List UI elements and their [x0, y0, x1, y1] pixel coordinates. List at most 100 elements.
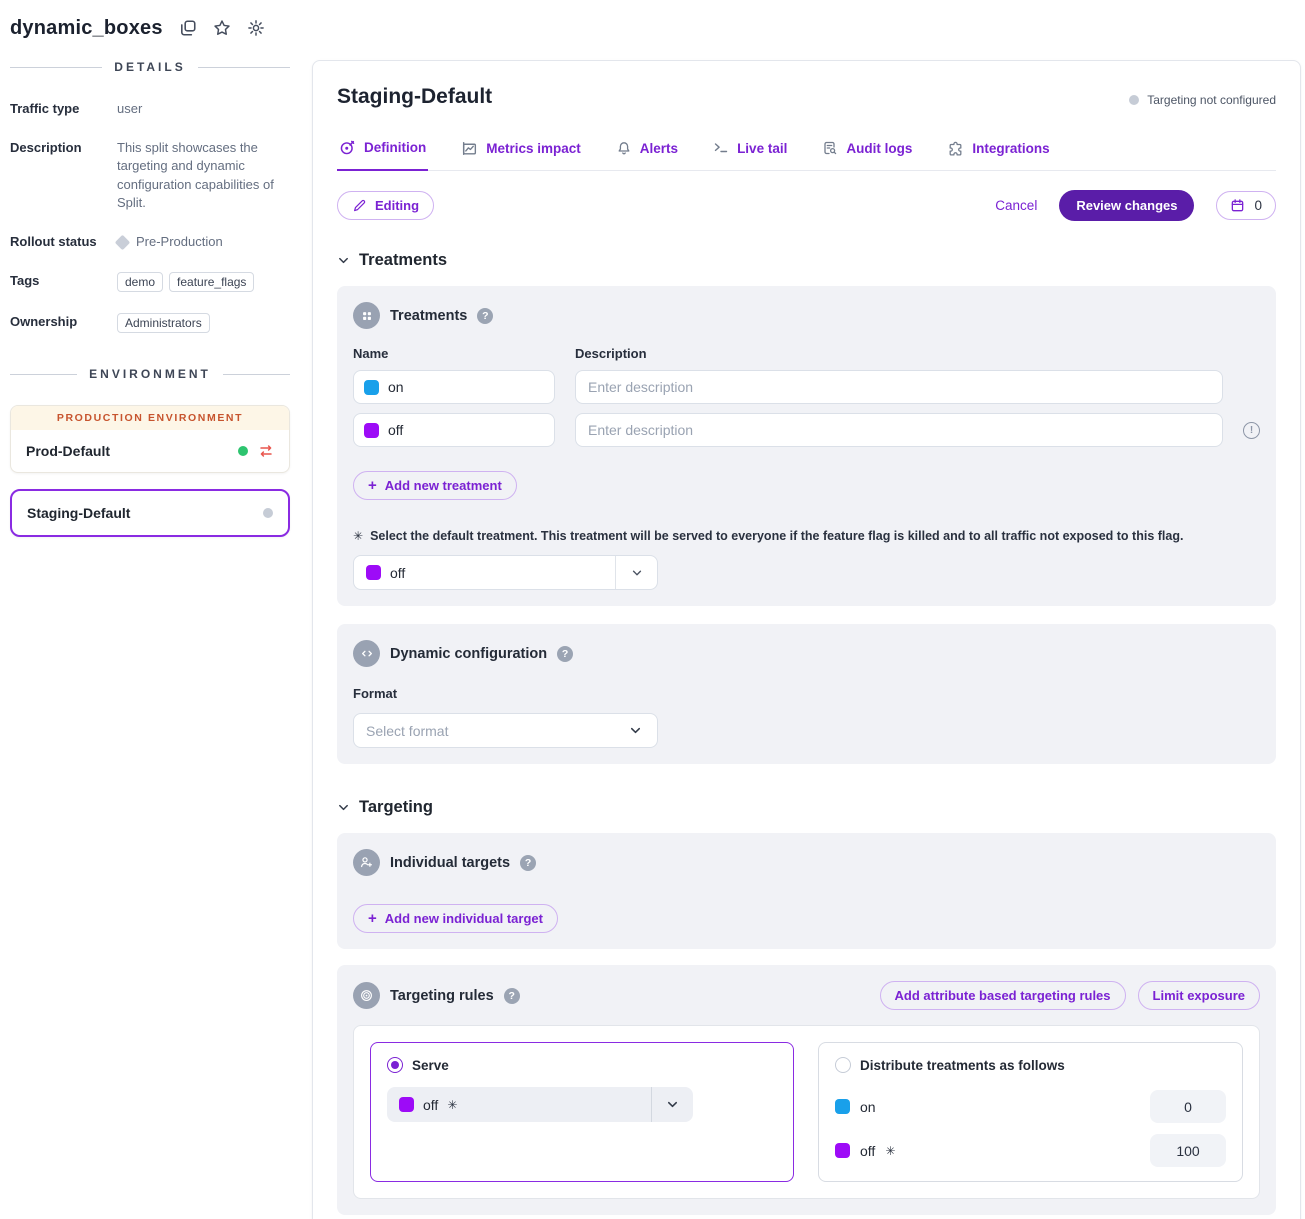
help-icon[interactable]: ?	[504, 988, 520, 1004]
targeting-rule-editor: Serve off ✳	[353, 1025, 1260, 1199]
description-value: This split showcases the targeting and d…	[117, 139, 290, 212]
definition-target-icon	[339, 139, 356, 156]
add-new-treatment-button[interactable]: + Add new treatment	[353, 471, 517, 500]
help-icon[interactable]: ?	[520, 855, 536, 871]
format-label: Format	[353, 686, 1260, 701]
tab-alerts[interactable]: Alerts	[614, 137, 680, 170]
gear-icon[interactable]	[247, 19, 265, 37]
info-icon[interactable]: !	[1243, 422, 1260, 439]
description-label: Description	[10, 139, 117, 212]
terminal-icon	[713, 140, 729, 156]
env-active-dot	[238, 446, 248, 456]
queue-count: 0	[1254, 198, 1262, 213]
environment-heading: ENVIRONMENT	[10, 367, 290, 381]
serve-label: Serve	[412, 1058, 449, 1073]
treatments-grid-icon	[353, 302, 380, 329]
targeting-rules-card: Targeting rules ? Add attribute based ta…	[337, 965, 1276, 1215]
tab-label: Live tail	[737, 141, 787, 156]
tag-chip: feature_flags	[169, 272, 254, 292]
page-title: Staging-Default	[337, 85, 492, 109]
env-card-staging[interactable]: Staging-Default	[10, 489, 290, 537]
serve-radio-row[interactable]: Serve	[387, 1057, 777, 1073]
format-select[interactable]: Select format	[353, 713, 658, 748]
asterisk-icon: ✳	[447, 1098, 457, 1112]
distribute-treatment-name: on	[860, 1099, 876, 1115]
default-treatment-select[interactable]: off	[353, 555, 658, 590]
distribute-treatment-row: on	[835, 1090, 1226, 1123]
targeting-section-toggle[interactable]: Targeting	[337, 798, 1276, 817]
production-environment-banner: PRODUCTION ENVIRONMENT	[11, 406, 289, 430]
tab-definition[interactable]: Definition	[337, 137, 428, 171]
add-attribute-rules-button[interactable]: Add attribute based targeting rules	[880, 981, 1126, 1010]
treatment-name-input[interactable]: off	[353, 413, 555, 447]
copy-icon[interactable]	[179, 19, 197, 37]
tab-label: Alerts	[640, 141, 678, 156]
person-add-icon	[353, 849, 380, 876]
distribute-label: Distribute treatments as follows	[860, 1058, 1065, 1073]
tab-label: Audit logs	[846, 141, 912, 156]
targeting-status-dot	[1129, 95, 1139, 105]
review-changes-button[interactable]: Review changes	[1059, 190, 1194, 221]
distribute-percent-input[interactable]	[1150, 1134, 1226, 1167]
tags-label: Tags	[10, 272, 117, 292]
bell-icon	[616, 140, 632, 156]
rollout-diamond-icon	[115, 234, 131, 250]
owner-chip: Administrators	[117, 313, 210, 333]
treatments-card: Treatments ? Name Description on off	[337, 286, 1276, 606]
individual-targets-title: Individual targets	[390, 855, 510, 871]
add-individual-target-button[interactable]: + Add new individual target	[353, 904, 558, 933]
tag-chip: demo	[117, 272, 163, 292]
tab-metrics-impact[interactable]: Metrics impact	[459, 137, 583, 170]
serve-option-card[interactable]: Serve off ✳	[370, 1042, 794, 1182]
chevron-down-icon	[337, 801, 350, 814]
serve-treatment-select[interactable]: off ✳	[387, 1087, 693, 1122]
serve-radio[interactable]	[387, 1057, 403, 1073]
treatments-section-toggle[interactable]: Treatments	[337, 251, 1276, 270]
traffic-type-value: user	[117, 100, 142, 118]
plus-icon: +	[368, 911, 377, 926]
tab-audit-logs[interactable]: Audit logs	[820, 137, 914, 170]
traffic-type-row: Traffic type user	[10, 100, 290, 118]
treatment-description-input[interactable]	[575, 413, 1223, 447]
limit-exposure-button[interactable]: Limit exposure	[1138, 981, 1260, 1010]
distribute-percent-input[interactable]	[1150, 1090, 1226, 1123]
dynamic-configuration-title: Dynamic configuration	[390, 646, 547, 662]
cancel-button[interactable]: Cancel	[995, 198, 1037, 213]
treatment-color-swatch	[364, 423, 379, 438]
details-heading: DETAILS	[10, 60, 290, 74]
tab-live-tail[interactable]: Live tail	[711, 137, 789, 170]
targeting-rules-title: Targeting rules	[390, 988, 494, 1004]
name-column-header: Name	[353, 346, 555, 361]
tab-label: Definition	[364, 140, 426, 155]
treatment-description-input[interactable]	[575, 370, 1223, 404]
asterisk-icon: ✳	[353, 529, 363, 543]
chevron-down-icon	[613, 714, 657, 747]
change-queue-button[interactable]: 0	[1216, 191, 1276, 220]
distribute-option-card[interactable]: Distribute treatments as follows on	[818, 1042, 1243, 1182]
distribute-radio-row[interactable]: Distribute treatments as follows	[835, 1057, 1226, 1073]
distribute-treatment-row: off ✳	[835, 1134, 1226, 1167]
rollout-status-row: Rollout status Pre-Production	[10, 233, 290, 251]
treatment-name-input[interactable]: on	[353, 370, 555, 404]
editing-button[interactable]: Editing	[337, 191, 434, 220]
ownership-label: Ownership	[10, 313, 117, 333]
tags-row: Tags demo feature_flags	[10, 272, 290, 292]
rollout-status-value: Pre-Production	[136, 233, 223, 251]
ownership-row: Ownership Administrators	[10, 313, 290, 333]
targeting-section-heading: Targeting	[359, 798, 433, 817]
treatments-card-title: Treatments	[390, 308, 467, 324]
help-icon[interactable]: ?	[477, 308, 493, 324]
sync-arrows-icon	[258, 443, 274, 459]
treatment-color-swatch	[835, 1099, 850, 1114]
star-icon[interactable]	[213, 19, 231, 37]
description-column-header: Description	[575, 346, 1223, 361]
tab-integrations[interactable]: Integrations	[945, 137, 1051, 170]
help-icon[interactable]: ?	[557, 646, 573, 662]
calendar-icon	[1230, 198, 1245, 213]
treatment-color-swatch	[364, 380, 379, 395]
distribute-radio[interactable]	[835, 1057, 851, 1073]
treatments-section-heading: Treatments	[359, 251, 447, 270]
treatment-color-swatch	[366, 565, 381, 580]
env-card-prod[interactable]: PRODUCTION ENVIRONMENT Prod-Default	[10, 405, 290, 473]
app-header: dynamic_boxes	[0, 0, 265, 56]
